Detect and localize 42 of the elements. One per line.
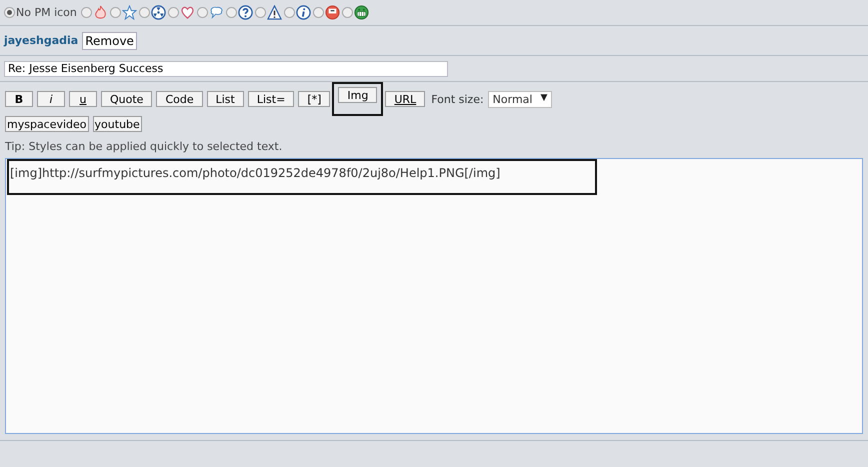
radio-button[interactable]: [168, 7, 179, 18]
format-button[interactable]: [*]: [298, 91, 330, 107]
recipient-name[interactable]: jayeshgadia: [4, 34, 78, 47]
format-button[interactable]: List: [206, 91, 244, 107]
subject-field[interactable]: Re: Jesse Eisenberg Success: [4, 60, 448, 76]
format-button[interactable]: Quote: [101, 91, 152, 107]
warning-icon: [266, 5, 282, 20]
question-icon: [238, 5, 253, 20]
radio-button[interactable]: [4, 7, 15, 18]
format-button[interactable]: u: [69, 91, 97, 107]
radio-button[interactable]: [312, 7, 324, 18]
radio-button[interactable]: [284, 7, 295, 18]
format-button[interactable]: List=: [248, 91, 294, 107]
flame-icon: [92, 5, 108, 20]
media-button[interactable]: myspacevideo: [5, 116, 89, 132]
heart-icon: [180, 5, 195, 20]
radio-button[interactable]: [342, 7, 353, 18]
format-button[interactable]: B: [5, 91, 33, 107]
message-textarea[interactable]: [img]http://surfmypictures.com/photo/dc019252de4978f0/2uj8o/Help1.PNG[/img]: [5, 158, 863, 434]
font-size-label: Font size:: [431, 92, 484, 106]
format-button[interactable]: URL: [385, 91, 426, 107]
grin-face-icon: [354, 5, 369, 20]
radio-button[interactable]: [226, 7, 237, 18]
format-button[interactable]: Code: [156, 91, 203, 107]
speech-bubble-icon: [208, 5, 224, 20]
radio-button[interactable]: [110, 7, 121, 18]
radio-button[interactable]: [254, 7, 266, 18]
format-button[interactable]: i: [37, 91, 65, 107]
tip-text: Tip: Styles can be applied quickly to selected text.: [5, 140, 284, 153]
star-icon: [122, 5, 137, 20]
radio-button[interactable]: [196, 7, 208, 18]
info-icon: [296, 5, 311, 20]
radiation-icon: [150, 5, 166, 20]
remove-button[interactable]: Remove: [82, 32, 137, 50]
radio-label: No PM icon: [16, 6, 77, 19]
message-text: [img]http://surfmypictures.com/photo/dc019252de4978f0/2uj8o/Help1.PNG[/img]: [10, 166, 500, 180]
radio-button[interactable]: [80, 7, 92, 18]
face-icon: [324, 5, 340, 20]
font-size-select[interactable]: Normal ▼: [488, 90, 552, 108]
media-button[interactable]: youtube: [92, 116, 142, 132]
radio-button[interactable]: [138, 7, 150, 18]
format-button[interactable]: Img: [338, 87, 378, 103]
